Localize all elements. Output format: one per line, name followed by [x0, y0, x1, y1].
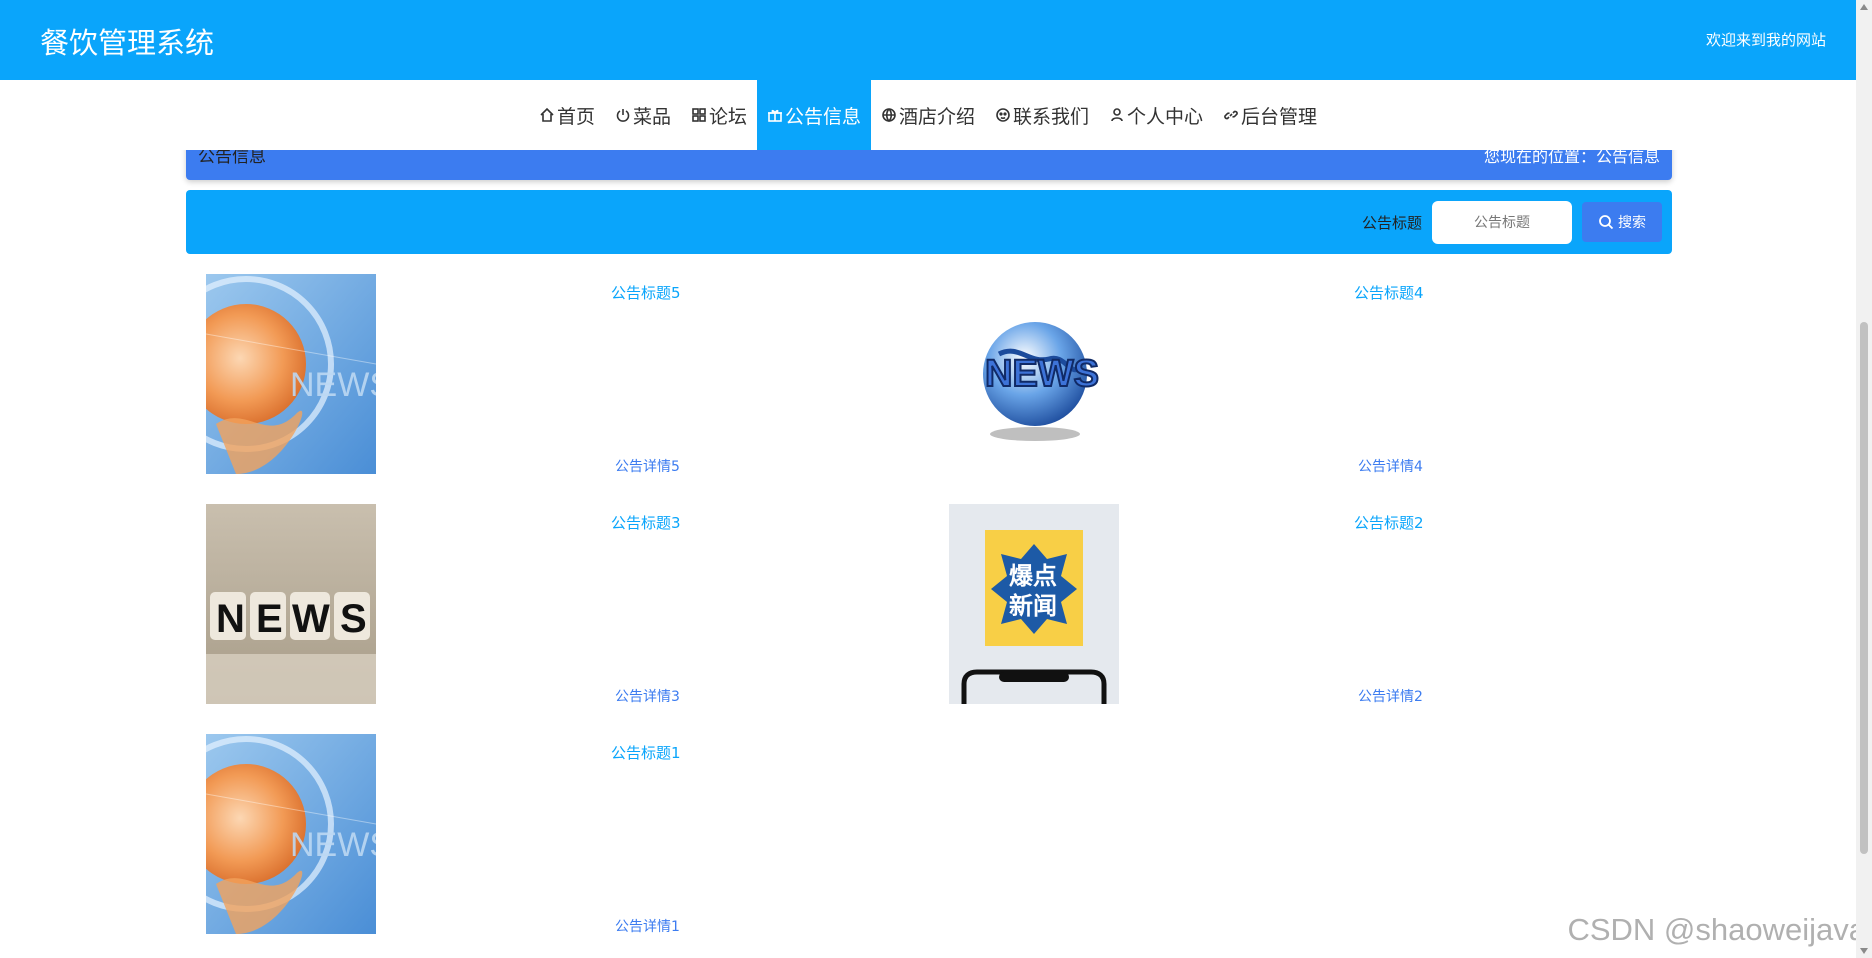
nav-item-admin[interactable]: 后台管理 [1213, 80, 1327, 150]
watermark: CSDN @shaoweijava [1567, 912, 1866, 947]
nav-item-home[interactable]: 首页 [529, 80, 605, 150]
page: 餐饮管理系统 欢迎来到我的网站 首页 菜品 论坛 公告信息 酒店介绍 联系我们 [0, 0, 1872, 958]
search-input[interactable] [1432, 201, 1572, 244]
svg-text:NEWS: NEWS [290, 366, 376, 404]
nav-label: 首页 [556, 105, 595, 128]
search-label: 公告标题 [1361, 214, 1422, 232]
notice-card: NEWS 公告标题1 公告详情1 [206, 734, 946, 936]
notice-detail-link[interactable]: 公告详情4 [1358, 456, 1423, 476]
scrollbar[interactable] [1856, 0, 1872, 958]
nav-item-profile[interactable]: 个人中心 [1099, 80, 1213, 150]
notice-title[interactable]: 公告标题1 [611, 742, 681, 763]
nav-item-dishes[interactable]: 菜品 [605, 80, 681, 150]
news-dice-image: N E W S [206, 504, 376, 704]
notice-title[interactable]: 公告标题3 [611, 512, 681, 533]
notice-title[interactable]: 公告标题5 [611, 282, 681, 303]
nav-label: 个人中心 [1127, 105, 1204, 128]
globe-icon [881, 107, 897, 123]
notice-title[interactable]: 公告标题2 [1354, 512, 1424, 533]
scroll-up-icon[interactable] [1860, 4, 1868, 10]
notice-detail-link[interactable]: 公告详情5 [615, 456, 680, 476]
svg-text:W: W [292, 597, 330, 641]
notice-thumbnail[interactable]: NEWS [206, 734, 376, 934]
notice-detail-link[interactable]: 公告详情2 [1358, 686, 1423, 706]
notice-thumbnail[interactable]: N E W S [206, 504, 376, 704]
notice-card: 爆点 新闻 公告标题2 公告详情2 [949, 504, 1689, 706]
grid-icon [691, 107, 707, 123]
svg-text:NEWS: NEWS [985, 353, 1099, 395]
site-title: 餐饮管理系统 [40, 26, 215, 60]
nav-label: 公告信息 [784, 105, 861, 128]
notice-card: NEWS 公告标题5 公告详情5 [206, 274, 946, 476]
notice-card: NEWS 公告标题4 公告详情4 [949, 274, 1689, 476]
nav-label: 论坛 [708, 105, 747, 128]
nav-label: 后台管理 [1241, 105, 1318, 128]
svg-text:E: E [256, 597, 283, 641]
gift-icon [767, 107, 783, 123]
scroll-down-icon[interactable] [1860, 948, 1868, 954]
nav-item-forum[interactable]: 论坛 [681, 80, 757, 150]
svg-text:爆点: 爆点 [1009, 562, 1057, 590]
nav-item-contact[interactable]: 联系我们 [985, 80, 1099, 150]
news-globe-3d-image: NEWS [949, 274, 1119, 474]
notice-thumbnail[interactable]: 爆点 新闻 [949, 504, 1119, 704]
svg-text:N: N [216, 597, 245, 641]
news-globe-image: NEWS [206, 734, 376, 934]
welcome-text: 欢迎来到我的网站 [1705, 31, 1826, 49]
main-nav: 首页 菜品 论坛 公告信息 酒店介绍 联系我们 个人中心 后台管理 [0, 80, 1856, 150]
notice-title[interactable]: 公告标题4 [1354, 282, 1424, 303]
svg-text:新闻: 新闻 [1009, 592, 1057, 620]
search-button[interactable]: 搜索 [1582, 202, 1662, 242]
link-icon [1223, 107, 1239, 123]
home-icon [539, 107, 555, 123]
search-icon [1599, 215, 1614, 230]
nav-item-hotel[interactable]: 酒店介绍 [871, 80, 985, 150]
search-bar: 公告标题 搜索 [186, 190, 1672, 254]
user-icon [1109, 107, 1125, 123]
nav-item-notices[interactable]: 公告信息 [756, 80, 871, 150]
power-icon [615, 107, 631, 123]
notice-thumbnail[interactable]: NEWS [949, 274, 1119, 474]
header: 餐饮管理系统 欢迎来到我的网站 [0, 0, 1856, 80]
news-globe-image: NEWS [206, 274, 376, 474]
scroll-thumb[interactable] [1860, 322, 1868, 854]
notice-card: N E W S 公告标题3 公告详情3 [206, 504, 946, 706]
contact-icon [995, 107, 1011, 123]
notice-thumbnail[interactable]: NEWS [206, 274, 376, 474]
svg-text:NEWS: NEWS [290, 826, 376, 864]
nav-label: 联系我们 [1013, 105, 1090, 128]
breaking-news-image: 爆点 新闻 [949, 504, 1119, 704]
nav-label: 菜品 [632, 105, 671, 128]
search-button-label: 搜索 [1618, 215, 1646, 231]
svg-text:S: S [340, 597, 367, 641]
nav-label: 酒店介绍 [899, 105, 976, 128]
notice-detail-link[interactable]: 公告详情1 [615, 916, 680, 936]
notice-detail-link[interactable]: 公告详情3 [615, 686, 680, 706]
